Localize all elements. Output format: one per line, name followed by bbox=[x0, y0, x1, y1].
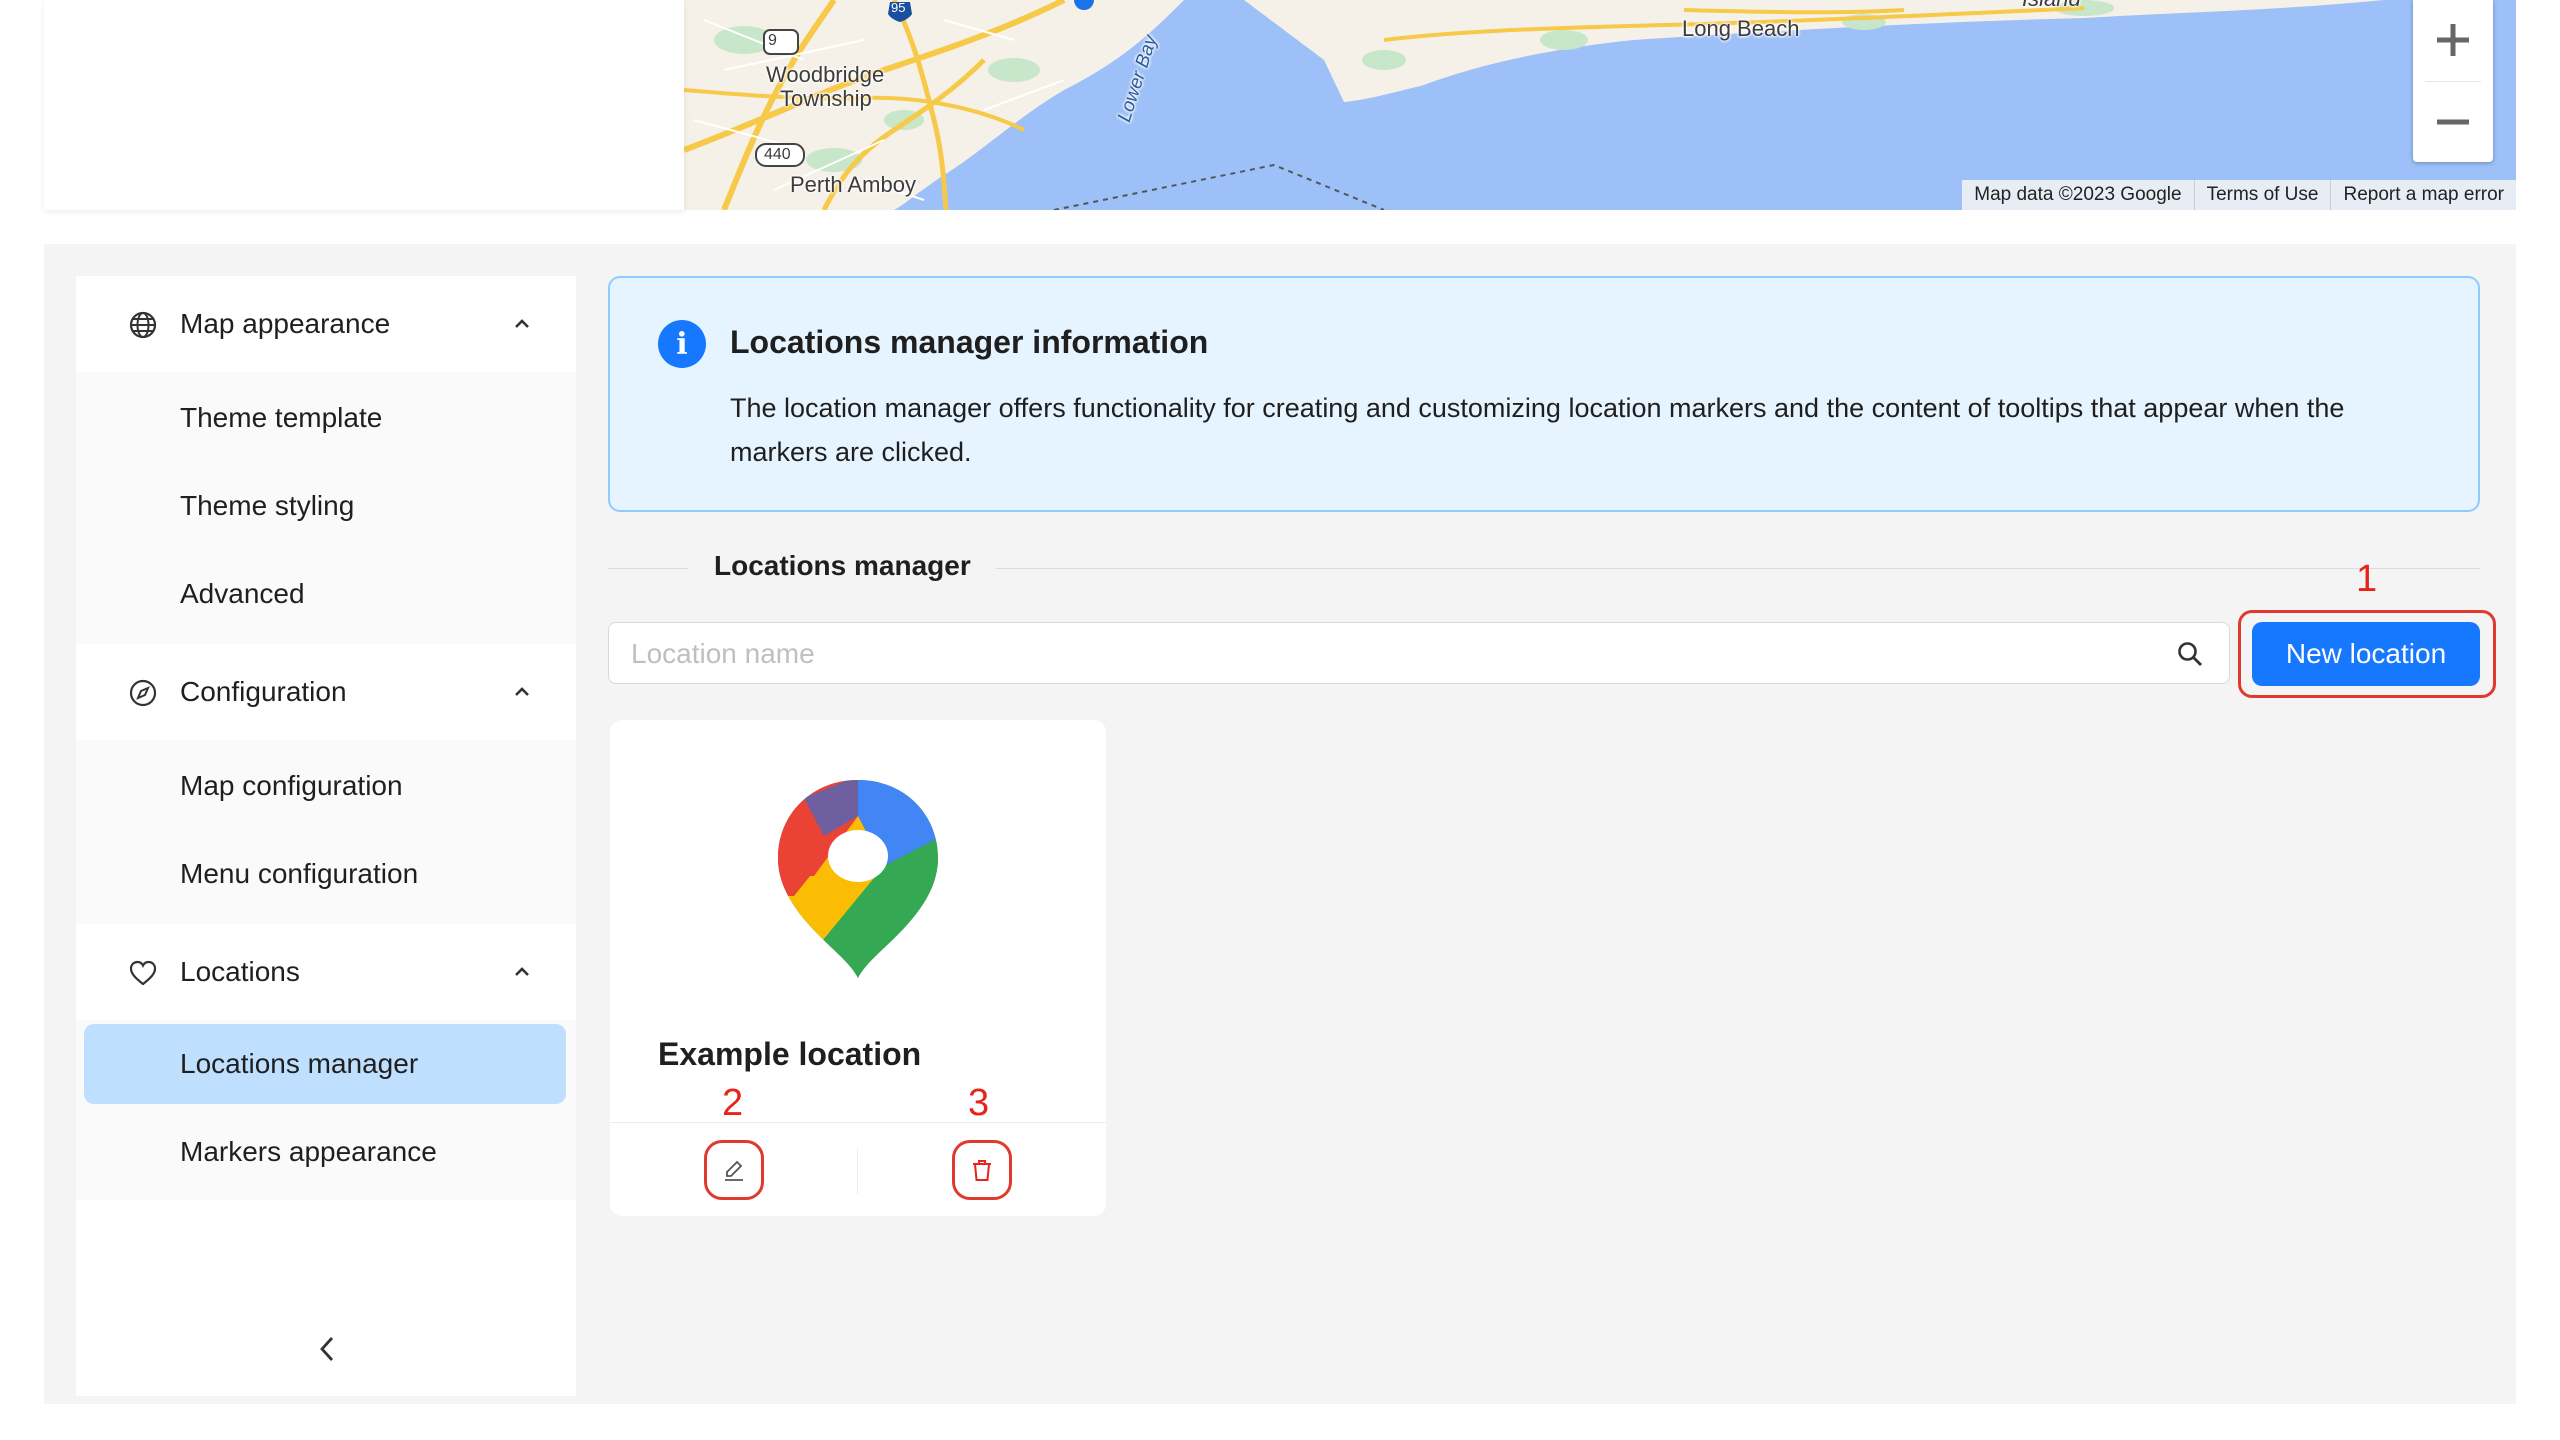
map-view[interactable]: 9 95 440 Woodbridge Township Perth Amboy… bbox=[684, 0, 2516, 210]
sidebar-group-configuration[interactable]: Configuration bbox=[76, 644, 576, 740]
location-card: Example location 2 3 bbox=[610, 720, 1106, 1216]
card-actions-separator bbox=[857, 1148, 858, 1194]
trash-icon bbox=[973, 1160, 991, 1181]
sidebar-submenu-configuration: Map configuration Menu configuration bbox=[76, 740, 576, 924]
zoom-in-button[interactable] bbox=[2413, 0, 2493, 80]
card-actions-divider bbox=[610, 1122, 1106, 1123]
zoom-out-button[interactable] bbox=[2413, 82, 2493, 162]
map-label-island: Island bbox=[2022, 0, 2081, 12]
globe-icon bbox=[129, 311, 157, 339]
heart-icon bbox=[129, 960, 157, 986]
sidebar: Map appearance Theme template Theme styl… bbox=[76, 276, 576, 1396]
map-attribution: Map data ©2023 Google Terms of Use Repor… bbox=[1962, 180, 2516, 210]
section-title: Locations manager bbox=[714, 550, 971, 581]
chevron-up-icon[interactable] bbox=[508, 958, 536, 986]
sidebar-group-label: Locations bbox=[180, 956, 300, 987]
info-icon: i bbox=[658, 320, 706, 368]
google-maps-pin-icon bbox=[778, 780, 938, 978]
divider-left bbox=[608, 568, 688, 569]
sidebar-item-advanced[interactable]: Advanced bbox=[180, 578, 305, 610]
annotation-number-1: 1 bbox=[2356, 558, 2378, 600]
edit-pencil-icon bbox=[725, 1160, 743, 1181]
route-9-shield: 9 bbox=[768, 32, 777, 49]
new-location-button[interactable]: New location bbox=[2252, 622, 2480, 686]
route-95-shield: 95 bbox=[891, 0, 906, 15]
map-label-township: Township bbox=[780, 86, 872, 111]
location-search bbox=[608, 622, 2230, 684]
info-description: The location manager offers functionalit… bbox=[730, 393, 2345, 467]
sidebar-group-map-appearance[interactable]: Map appearance bbox=[76, 276, 576, 372]
collapse-sidebar-icon[interactable] bbox=[312, 1332, 342, 1366]
sidebar-group-label: Configuration bbox=[180, 676, 347, 707]
route-440-shield: 440 bbox=[764, 146, 791, 163]
sidebar-submenu-map-appearance: Theme template Theme styling Advanced bbox=[76, 372, 576, 644]
edit-location-button[interactable] bbox=[705, 1141, 763, 1199]
location-card-title: Example location bbox=[658, 1036, 922, 1072]
sidebar-group-locations[interactable]: Locations bbox=[76, 924, 576, 1020]
sidebar-submenu-locations: Locations manager Markers appearance bbox=[76, 1020, 576, 1200]
map-label-perth-amboy: Perth Amboy bbox=[790, 172, 916, 197]
terms-of-use-link[interactable]: Terms of Use bbox=[2193, 180, 2331, 210]
plus-icon bbox=[2437, 24, 2469, 56]
chevron-up-icon[interactable] bbox=[508, 678, 536, 706]
info-title: Locations manager information bbox=[730, 324, 1209, 360]
report-map-error-link[interactable]: Report a map error bbox=[2330, 180, 2516, 210]
annotation-number-3: 3 bbox=[968, 1082, 990, 1124]
map-data-credit: Map data ©2023 Google bbox=[1974, 184, 2182, 205]
info-alert: i Locations manager information The loca… bbox=[608, 276, 2480, 512]
compass-icon bbox=[129, 679, 157, 707]
annotation-number-2: 2 bbox=[722, 1082, 744, 1124]
minus-icon bbox=[2437, 119, 2469, 125]
search-icon[interactable] bbox=[2175, 639, 2205, 669]
divider-right bbox=[996, 568, 2480, 569]
map-label-woodbridge: Woodbridge bbox=[766, 62, 885, 87]
sidebar-item-theme-styling[interactable]: Theme styling bbox=[180, 490, 354, 522]
map-land-shapes bbox=[684, 0, 2384, 210]
sidebar-group-label: Map appearance bbox=[180, 308, 391, 339]
delete-location-button[interactable] bbox=[953, 1141, 1011, 1199]
sidebar-item-map-configuration[interactable]: Map configuration bbox=[180, 770, 403, 802]
chevron-up-icon[interactable] bbox=[508, 310, 536, 338]
sidebar-item-menu-configuration[interactable]: Menu configuration bbox=[180, 858, 418, 890]
sidebar-item-markers-appearance[interactable]: Markers appearance bbox=[180, 1136, 437, 1168]
top-blank-panel bbox=[44, 0, 684, 210]
location-search-input[interactable] bbox=[629, 631, 2133, 677]
map-zoom-control bbox=[2413, 0, 2493, 162]
sidebar-item-theme-template[interactable]: Theme template bbox=[180, 402, 382, 434]
map-label-long-beach: Long Beach bbox=[1682, 16, 1800, 41]
sidebar-item-locations-manager[interactable]: Locations manager bbox=[180, 1048, 418, 1080]
